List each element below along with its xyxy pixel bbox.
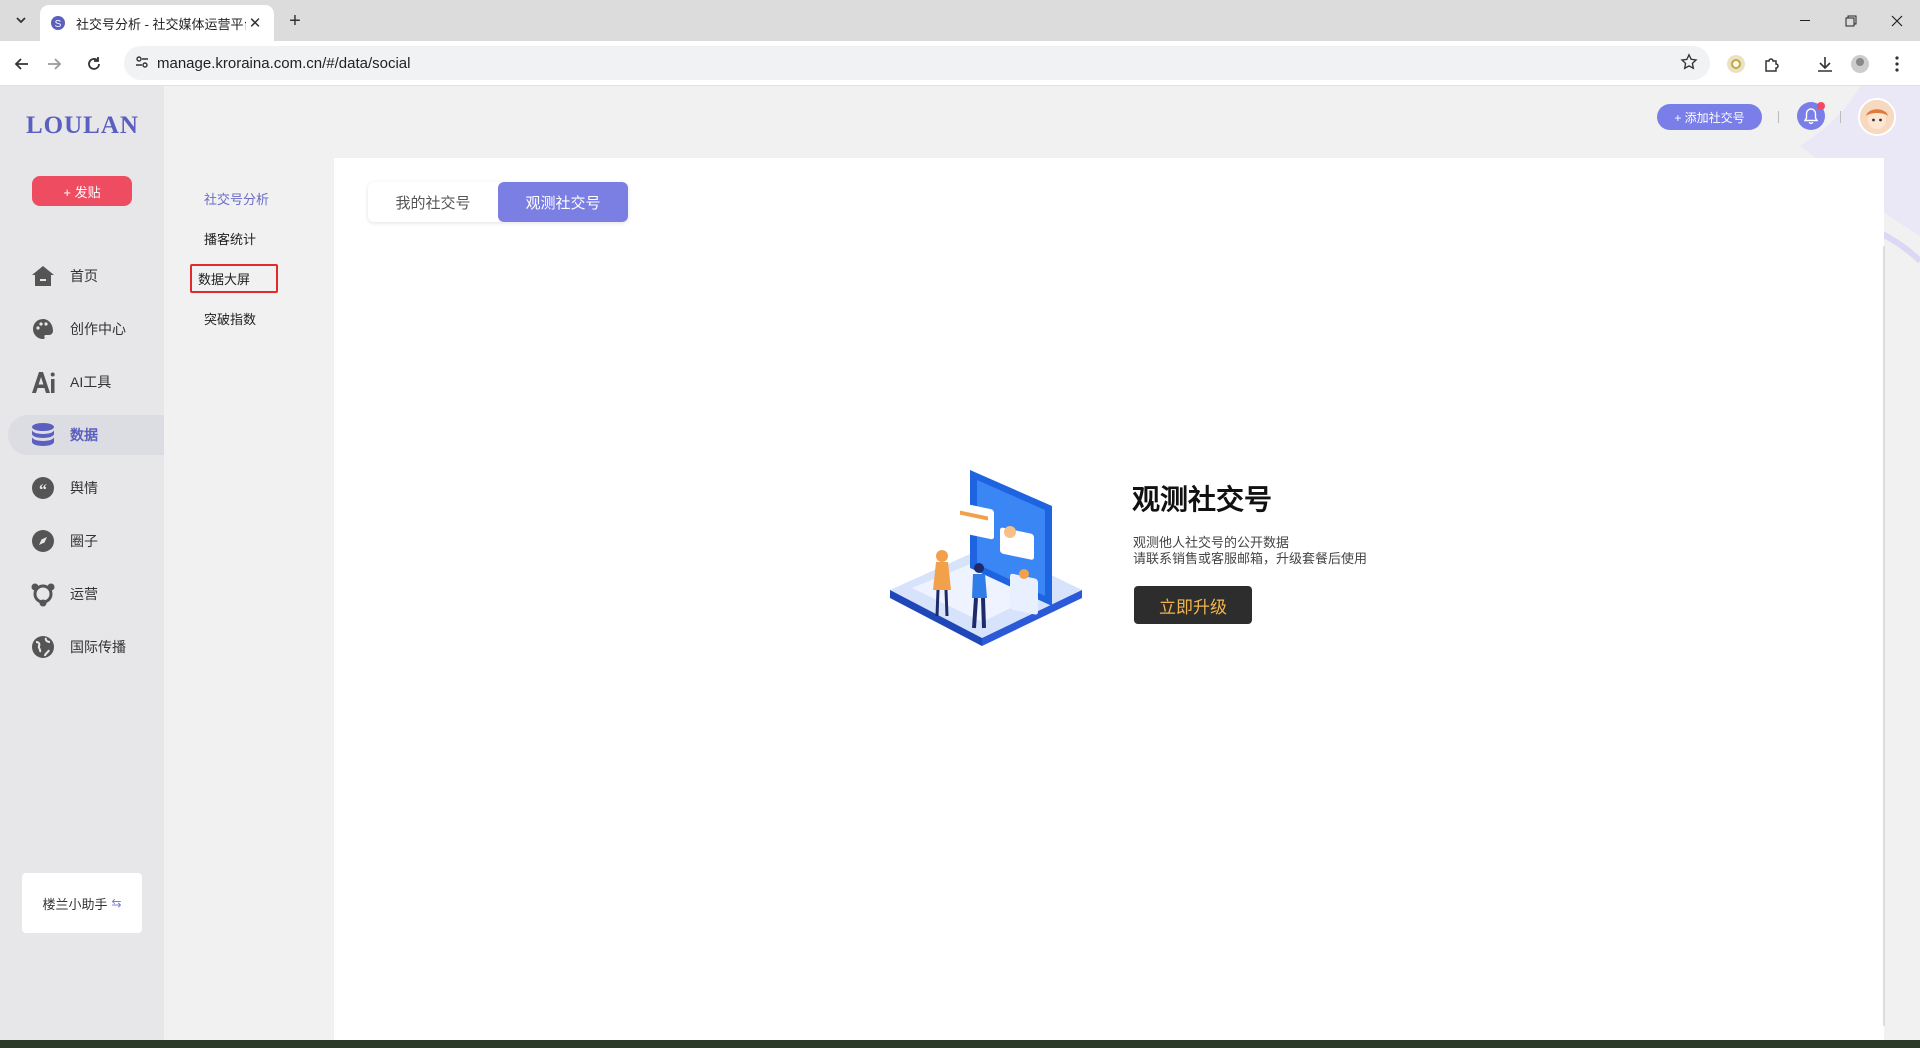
post-button[interactable]: + 发贴 (32, 176, 132, 206)
assistant-helper-card[interactable]: 楼兰小助手 ⇆ (22, 873, 142, 933)
svg-text:“: “ (39, 482, 47, 499)
window-restore-icon[interactable] (1828, 0, 1874, 41)
swap-icon: ⇆ (111, 896, 122, 910)
notification-dot (1817, 102, 1825, 110)
database-icon (30, 422, 56, 448)
account-type-tabs: 我的社交号 观测社交号 (368, 182, 628, 222)
sidebar-item-label: 首页 (70, 268, 98, 284)
home-icon (30, 263, 56, 289)
tab-my-accounts[interactable]: 我的社交号 (368, 182, 498, 222)
empty-state-description-2: 请联系销售或客服邮箱，升级套餐后使用 (1133, 551, 1368, 566)
notification-bell-icon[interactable] (1797, 102, 1825, 130)
sidebar: LOULAN + 发贴 首页 创作中心 AI工具 数据 “ 舆情 圈子 运营 国… (0, 86, 164, 1040)
window-minimize-icon[interactable] (1782, 0, 1828, 41)
sidebar-item-ai-tools[interactable]: AI工具 (8, 362, 164, 402)
sidebar-item-label: 舆情 (70, 480, 98, 496)
scrollbar[interactable] (1883, 246, 1885, 1026)
browser-toolbar: manage.kroraina.com.cn/#/data/social (0, 41, 1920, 86)
url-text: manage.kroraina.com.cn/#/data/social (157, 55, 411, 72)
globe-icon (30, 634, 56, 660)
subnav-item-podcast-stats[interactable]: 播客统计 (204, 229, 256, 248)
tab-title: 社交号分析 - 社交媒体运营平台 (76, 16, 246, 32)
operation-icon (30, 581, 56, 607)
main-panel: 我的社交号 观测社交号 观测社交号 观测他人社交号的公开数据 请联系销售或客服邮… (334, 158, 1884, 1040)
new-tab-plus-icon[interactable]: + (282, 9, 308, 33)
os-taskbar (0, 1040, 1920, 1048)
add-social-account-button[interactable]: + 添加社交号 (1657, 104, 1762, 130)
sidebar-item-label: 运营 (70, 586, 98, 602)
reload-icon[interactable] (80, 50, 108, 78)
site-favicon-icon: S (50, 15, 66, 31)
sidebar-item-label: 圈子 (70, 533, 98, 549)
browser-tab-bar: S 社交号分析 - 社交媒体运营平台 ✕ + (0, 0, 1920, 41)
sidebar-item-home[interactable]: 首页 (8, 256, 164, 296)
helper-label: 楼兰小助手 (42, 896, 108, 912)
sidebar-item-operation[interactable]: 运营 (8, 574, 164, 614)
ai-icon (30, 369, 56, 395)
sidebar-item-data[interactable]: 数据 (8, 415, 164, 455)
svg-text:S: S (55, 19, 62, 30)
empty-state-title: 观测社交号 (1132, 484, 1273, 515)
bookmark-star-icon[interactable] (1680, 53, 1698, 71)
logo[interactable]: LOULAN (26, 112, 139, 140)
sidebar-item-label: 国际传播 (70, 639, 126, 655)
subnav-item-breakthrough-index[interactable]: 突破指数 (204, 309, 256, 328)
palette-icon (30, 316, 56, 342)
compass-icon (30, 528, 56, 554)
window-close-icon[interactable] (1874, 0, 1920, 41)
data-subnav: 社交号分析 播客统计 数据大屏 突破指数 (164, 86, 334, 1040)
tab-close-icon[interactable]: ✕ (246, 14, 264, 32)
download-icon[interactable] (1814, 53, 1836, 75)
empty-state-illustration (882, 450, 1092, 650)
extensions-puzzle-icon[interactable] (1761, 53, 1783, 75)
sidebar-item-international[interactable]: 国际传播 (8, 627, 164, 667)
quote-icon: “ (30, 475, 56, 501)
app-root: LOULAN + 发贴 首页 创作中心 AI工具 数据 “ 舆情 圈子 运营 国… (0, 86, 1920, 1040)
sidebar-item-label: 数据 (70, 427, 98, 443)
site-settings-icon[interactable] (134, 54, 150, 70)
address-bar[interactable]: manage.kroraina.com.cn/#/data/social (124, 46, 1710, 80)
browser-tab-active[interactable]: S 社交号分析 - 社交媒体运营平台 ✕ (40, 5, 274, 41)
header-separator (1840, 111, 1841, 123)
sidebar-item-circle[interactable]: 圈子 (8, 521, 164, 561)
header-separator (1778, 111, 1779, 123)
subnav-item-data-screen[interactable]: 数据大屏 (190, 264, 278, 293)
upgrade-now-button[interactable]: 立即升级 (1134, 586, 1252, 624)
subnav-item-social-analysis[interactable]: 社交号分析 (204, 189, 269, 208)
tab-list-chevron-icon[interactable] (8, 8, 34, 32)
user-avatar[interactable] (1858, 98, 1896, 136)
profile-avatar-icon[interactable] (1849, 53, 1871, 75)
sidebar-item-label: 创作中心 (70, 321, 126, 337)
tab-observed-accounts[interactable]: 观测社交号 (498, 182, 628, 222)
sidebar-item-label: AI工具 (70, 374, 112, 390)
extension-circle-icon[interactable] (1725, 53, 1747, 75)
sidebar-item-creation[interactable]: 创作中心 (8, 309, 164, 349)
forward-arrow-icon[interactable] (40, 50, 68, 78)
back-arrow-icon[interactable] (8, 50, 36, 78)
browser-menu-icon[interactable] (1886, 53, 1908, 75)
sidebar-item-sentiment[interactable]: “ 舆情 (8, 468, 164, 508)
